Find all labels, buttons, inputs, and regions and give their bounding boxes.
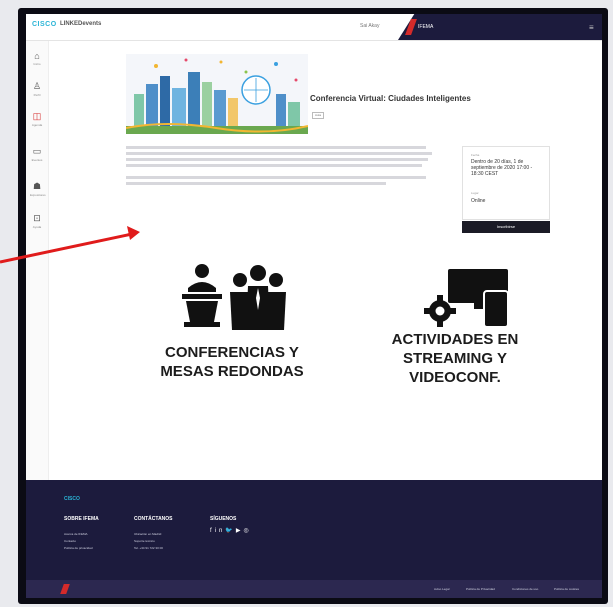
sidebar-item-label: Expositores — [30, 193, 46, 197]
footer-col-title: SÍGUENOS — [210, 516, 237, 522]
sidebar-item-eventos[interactable]: ▭ Eventos — [30, 146, 44, 162]
social-icons: fin🐦▶◎ — [210, 527, 252, 534]
smart-city-illustration — [126, 54, 308, 134]
footer-link[interactable]: Contacto — [64, 539, 76, 543]
footer-col-title: SOBRE IFEMA — [64, 516, 99, 522]
footer-col-title: CONTÁCTANOS — [134, 516, 173, 522]
top-bar: CISCO LINKEDevents Sai Akay IFEMA ≡ — [26, 14, 602, 41]
user-icon: ♙ — [32, 81, 42, 91]
bottom-bar: Aviso Legal Política de Privacidad Condi… — [26, 580, 602, 598]
instagram-icon[interactable]: ◎ — [243, 528, 251, 534]
footer-link[interactable]: Acerca de IFEMA — [64, 532, 88, 536]
audience-group-icon — [230, 265, 286, 330]
location-label: Lugar — [471, 191, 479, 195]
sidebar-item-label: Eventos — [31, 158, 43, 162]
calendar-icon: ◫ — [32, 111, 42, 121]
sidebar: ⌂ Inicio ♙ Perfil ◫ Agenda ▭ Eventos ☗ Exposi… — [26, 41, 49, 501]
bottom-link[interactable]: Condiciones de uso — [512, 587, 538, 591]
help-icon: ⊡ — [33, 213, 41, 223]
ifema-logo-mark — [60, 584, 70, 594]
sidebar-item-expositores[interactable]: ☗ Expositores — [30, 181, 46, 197]
bottom-link[interactable]: Política de Privacidad — [466, 587, 495, 591]
sidebar-item-perfil[interactable]: ♙ Perfil — [30, 81, 44, 97]
description-line — [126, 152, 432, 155]
sidebar-item-label: Perfil — [33, 93, 41, 97]
description-line — [126, 164, 422, 167]
footer-link[interactable]: Tel. +34 91 722 30 00 — [134, 546, 163, 550]
user-name[interactable]: Sai Akay — [360, 23, 379, 29]
app-screen: CISCO LINKEDevents Sai Akay IFEMA ≡ ⌂ Ini… — [26, 14, 602, 598]
brand-logo[interactable]: CISCO — [32, 21, 57, 28]
description-line — [126, 176, 426, 179]
sidebar-item-label: Agenda — [31, 123, 43, 127]
sidebar-item-label: Ayuda — [32, 225, 42, 229]
footer-link[interactable]: Política de privacidad — [64, 546, 93, 550]
speaker-podium-icon — [182, 264, 222, 327]
streaming-icon — [424, 269, 514, 328]
bottom-link[interactable]: Aviso Legal — [434, 587, 449, 591]
conference-icon — [170, 262, 290, 332]
footer: CISCO SOBRE IFEMA Acerca de IFEMA Contac… — [26, 480, 602, 580]
event-hero-image — [126, 54, 308, 134]
sidebar-item-ayuda[interactable]: ⊡ Ayuda — [30, 213, 44, 229]
footer-link[interactable]: Soporte técnico — [134, 539, 155, 543]
event-info-box: Fecha Dentro de 20 días, 1 de septiembre… — [462, 146, 550, 220]
register-button[interactable]: Inscribirse — [462, 221, 550, 233]
bottom-link[interactable]: Política de cookies — [554, 587, 579, 591]
linkedin-icon[interactable]: in — [215, 528, 226, 534]
ifema-logo-text: IFEMA — [418, 24, 434, 30]
date-value: Dentro de 20 días, 1 de septiembre de 20… — [471, 159, 533, 177]
sidebar-item-inicio[interactable]: ⌂ Inicio — [30, 51, 44, 66]
brand-secondary-logo[interactable]: LINKEDevents — [60, 21, 101, 27]
date-label: Fecha — [471, 153, 480, 157]
twitter-icon[interactable]: 🐦 — [225, 528, 235, 534]
screen-icon: ▭ — [32, 146, 42, 156]
home-icon: ⌂ — [34, 51, 40, 61]
description-line — [126, 182, 386, 185]
description-line — [126, 158, 428, 161]
sidebar-item-label: Inicio — [33, 62, 41, 66]
hamburger-menu-icon[interactable]: ≡ — [589, 23, 594, 32]
event-tag-badge: Aula — [312, 112, 324, 119]
description-line — [126, 146, 426, 149]
location-value: Online — [471, 198, 486, 204]
feature-label-conferences: CONFERENCIAS Y MESAS REDONDAS — [160, 344, 304, 380]
feature-label-streaming: ACTIVIDADES EN STREAMING Y VIDEOCONF. — [391, 331, 519, 386]
footer-brand-logo[interactable]: CISCO — [64, 496, 80, 502]
sidebar-item-agenda[interactable]: ◫ Agenda — [30, 111, 44, 127]
footer-link[interactable]: Ubicación en Madrid — [134, 532, 161, 536]
people-icon: ☗ — [32, 181, 42, 191]
event-title: Conferencia Virtual: Ciudades Inteligent… — [310, 94, 471, 103]
devices-gear-icon — [424, 269, 509, 328]
